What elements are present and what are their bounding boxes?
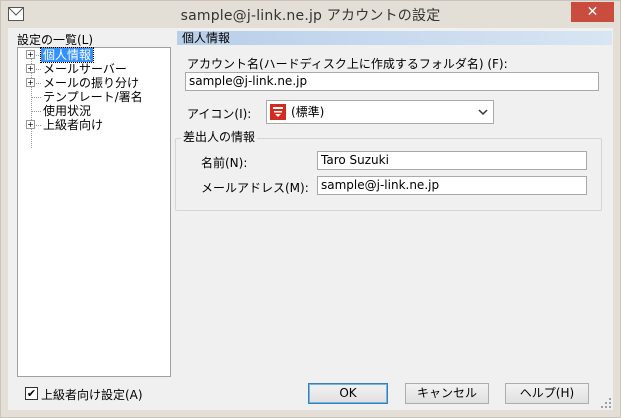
- check-icon: ✔: [26, 387, 37, 400]
- name-field[interactable]: Taro Suzuki: [317, 151, 587, 170]
- tree-connector: [31, 111, 41, 112]
- help-button[interactable]: ヘルプ(H): [505, 383, 589, 404]
- section-header: 個人情報: [177, 31, 612, 45]
- title-bar[interactable]: sample@j-link.ne.jp アカウントの設定 ✕: [1, 1, 620, 28]
- icon-select[interactable]: (標準): [266, 100, 494, 124]
- account-name-field[interactable]: sample@j-link.ne.jp: [185, 72, 599, 91]
- advanced-settings-checkbox[interactable]: ✔: [25, 387, 38, 400]
- tree-item-label: テンプレート/署名: [43, 90, 143, 104]
- icon-select-value: (標準): [291, 105, 325, 119]
- ok-button[interactable]: OK: [308, 383, 388, 404]
- tree-item-label: 上級者向け: [43, 118, 104, 132]
- resize-grip-icon[interactable]: [600, 397, 612, 409]
- settings-list-label: 設定の一覧(L): [17, 33, 94, 47]
- section-title: 個人情報: [182, 31, 231, 45]
- tree-expander-icon[interactable]: +: [26, 50, 35, 59]
- email-label: メールアドレス(M):: [201, 181, 309, 195]
- tree-expander-icon[interactable]: +: [26, 64, 35, 73]
- tree-item-label: 個人情報: [39, 47, 95, 63]
- tree-expander-icon[interactable]: +: [26, 78, 35, 87]
- sender-info-group: [175, 138, 602, 211]
- close-icon: ✕: [586, 4, 599, 20]
- email-field[interactable]: sample@j-link.ne.jp: [317, 176, 587, 195]
- tree-item-label: メールの振り分け: [43, 76, 140, 90]
- dialog-body: 設定の一覧(L) + 個人情報 + メールサーバー + メールの振り分け テンプ…: [8, 28, 613, 410]
- account-settings-window: sample@j-link.ne.jp アカウントの設定 ✕ 設定の一覧(L) …: [0, 0, 621, 418]
- tree-item-label: メールサーバー: [43, 62, 127, 76]
- account-name-label: アカウント名(ハードディスク上に作成するフォルダ名) (F):: [187, 57, 508, 71]
- icon-label: アイコン(I):: [187, 107, 252, 121]
- tree-connector: [31, 97, 41, 98]
- advanced-settings-label[interactable]: 上級者向け設定(A): [41, 386, 143, 403]
- tree-item-label: 使用状況: [43, 104, 92, 118]
- name-label: 名前(N):: [201, 156, 248, 170]
- mailbox-icon: [270, 104, 286, 120]
- sender-info-title: 差出人の情報: [181, 130, 258, 144]
- settings-tree[interactable]: + 個人情報 + メールサーバー + メールの振り分け テンプレート/署名 使用…: [17, 47, 171, 377]
- tree-expander-icon[interactable]: +: [26, 120, 35, 129]
- cancel-button[interactable]: キャンセル: [405, 383, 489, 404]
- close-button[interactable]: ✕: [571, 2, 614, 22]
- chevron-down-icon[interactable]: [478, 108, 488, 116]
- window-title: sample@j-link.ne.jp アカウントの設定: [180, 8, 441, 24]
